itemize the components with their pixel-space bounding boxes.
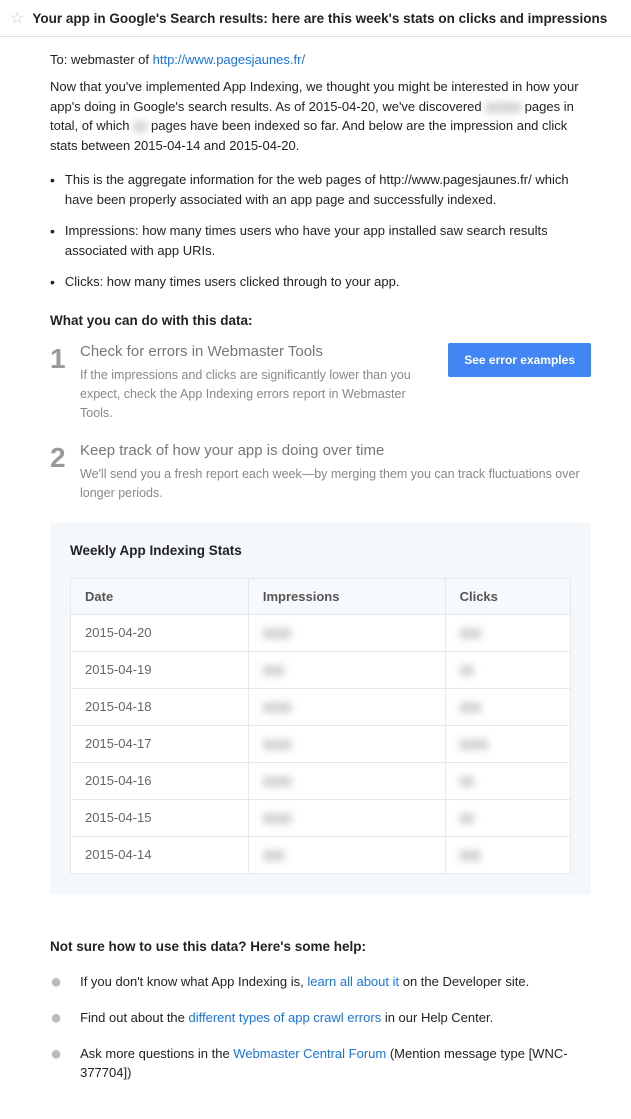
step-title: Check for errors in Webmaster Tools xyxy=(80,343,433,360)
cell-impressions: ▮▮▮ xyxy=(248,836,445,873)
redacted-indexed: ▮▮ xyxy=(133,116,147,136)
step-1: 1 Check for errors in Webmaster Tools If… xyxy=(50,343,591,422)
cell-clicks: ▮▮ xyxy=(445,651,570,688)
table-row: 2015-04-16▮▮▮▮▮▮ xyxy=(71,762,571,799)
cell-impressions: ▮▮▮▮ xyxy=(248,725,445,762)
bullet-list: • This is the aggregate information for t… xyxy=(50,170,591,293)
help-section: Not sure how to use this data? Here's so… xyxy=(0,939,631,1119)
table-row: 2015-04-15▮▮▮▮▮▮ xyxy=(71,799,571,836)
cell-clicks: ▮▮▮ xyxy=(445,614,570,651)
cell-impressions: ▮▮▮▮ xyxy=(248,614,445,651)
help-text: If you don't know what App Indexing is, … xyxy=(80,972,529,992)
col-date: Date xyxy=(71,578,249,614)
table-row: 2015-04-17▮▮▮▮▮▮▮▮ xyxy=(71,725,571,762)
step-text: We'll send you a fresh report each week—… xyxy=(80,465,591,503)
stats-panel: Weekly App Indexing Stats Date Impressio… xyxy=(50,523,591,894)
table-row: 2015-04-20▮▮▮▮▮▮▮ xyxy=(71,614,571,651)
cell-clicks: ▮▮ xyxy=(445,762,570,799)
cell-date: 2015-04-15 xyxy=(71,799,249,836)
see-error-examples-button[interactable]: See error examples xyxy=(448,343,591,377)
help-item: ● Find out about the different types of a… xyxy=(50,1008,591,1028)
table-row: 2015-04-14▮▮▮▮▮▮ xyxy=(71,836,571,873)
cell-date: 2015-04-17 xyxy=(71,725,249,762)
table-row: 2015-04-19▮▮▮▮▮ xyxy=(71,651,571,688)
cell-date: 2015-04-18 xyxy=(71,688,249,725)
help-link[interactable]: different types of app crawl errors xyxy=(189,1010,382,1025)
bullet-item: • Clicks: how many times users clicked th… xyxy=(50,272,591,293)
cell-impressions: ▮▮▮▮ xyxy=(248,799,445,836)
help-item: ● If you don't know what App Indexing is,… xyxy=(50,972,591,992)
help-link[interactable]: learn all about it xyxy=(307,974,399,989)
help-item: ● Ask more questions in the Webmaster Cen… xyxy=(50,1044,591,1083)
cell-impressions: ▮▮▮ xyxy=(248,651,445,688)
cell-clicks: ▮▮▮▮ xyxy=(445,725,570,762)
star-icon[interactable]: ☆ xyxy=(10,8,24,28)
email-body: To: webmaster of http://www.pagesjaunes.… xyxy=(0,37,631,914)
bullet-dot: • xyxy=(50,272,55,293)
bullet-item: • This is the aggregate information for t… xyxy=(50,170,591,209)
bullet-icon: ● xyxy=(50,972,62,992)
bullet-dot: • xyxy=(50,170,55,209)
help-link[interactable]: Webmaster Central Forum xyxy=(233,1046,386,1061)
cell-impressions: ▮▮▮▮ xyxy=(248,688,445,725)
step-title: Keep track of how your app is doing over… xyxy=(80,442,591,459)
col-clicks: Clicks xyxy=(445,578,570,614)
step-text: If the impressions and clicks are signif… xyxy=(80,366,433,422)
to-link[interactable]: http://www.pagesjaunes.fr/ xyxy=(153,52,305,67)
cell-date: 2015-04-16 xyxy=(71,762,249,799)
stats-title: Weekly App Indexing Stats xyxy=(70,543,571,558)
bullet-text: This is the aggregate information for th… xyxy=(65,170,591,209)
step-number: 1 xyxy=(50,343,80,422)
what-heading: What you can do with this data: xyxy=(50,313,591,328)
cell-clicks: ▮▮▮ xyxy=(445,836,570,873)
cell-impressions: ▮▮▮▮ xyxy=(248,762,445,799)
stats-table: Date Impressions Clicks 2015-04-20▮▮▮▮▮▮… xyxy=(70,578,571,874)
cell-date: 2015-04-19 xyxy=(71,651,249,688)
step-number: 2 xyxy=(50,442,80,503)
help-text: Ask more questions in the Webmaster Cent… xyxy=(80,1044,591,1083)
bullet-icon: ● xyxy=(50,1008,62,1028)
redacted-total: ▮▮▮▮▮ xyxy=(485,97,521,117)
bullet-icon: ● xyxy=(50,1044,62,1064)
cell-date: 2015-04-14 xyxy=(71,836,249,873)
help-heading: Not sure how to use this data? Here's so… xyxy=(50,939,591,954)
bullet-text: Clicks: how many times users clicked thr… xyxy=(65,272,400,293)
to-line: To: webmaster of http://www.pagesjaunes.… xyxy=(50,52,591,67)
bullet-text: Impressions: how many times users who ha… xyxy=(65,221,591,260)
email-subject: Your app in Google's Search results: her… xyxy=(32,11,607,26)
cell-clicks: ▮▮▮ xyxy=(445,688,570,725)
intro-paragraph: Now that you've implemented App Indexing… xyxy=(50,77,591,155)
email-header: ☆ Your app in Google's Search results: h… xyxy=(0,0,631,37)
bullet-item: • Impressions: how many times users who h… xyxy=(50,221,591,260)
help-text: Find out about the different types of ap… xyxy=(80,1008,493,1028)
bullet-dot: • xyxy=(50,221,55,260)
table-row: 2015-04-18▮▮▮▮▮▮▮ xyxy=(71,688,571,725)
to-label: To: webmaster of xyxy=(50,52,153,67)
step-2: 2 Keep track of how your app is doing ov… xyxy=(50,442,591,503)
cell-clicks: ▮▮ xyxy=(445,799,570,836)
cell-date: 2015-04-20 xyxy=(71,614,249,651)
col-impressions: Impressions xyxy=(248,578,445,614)
